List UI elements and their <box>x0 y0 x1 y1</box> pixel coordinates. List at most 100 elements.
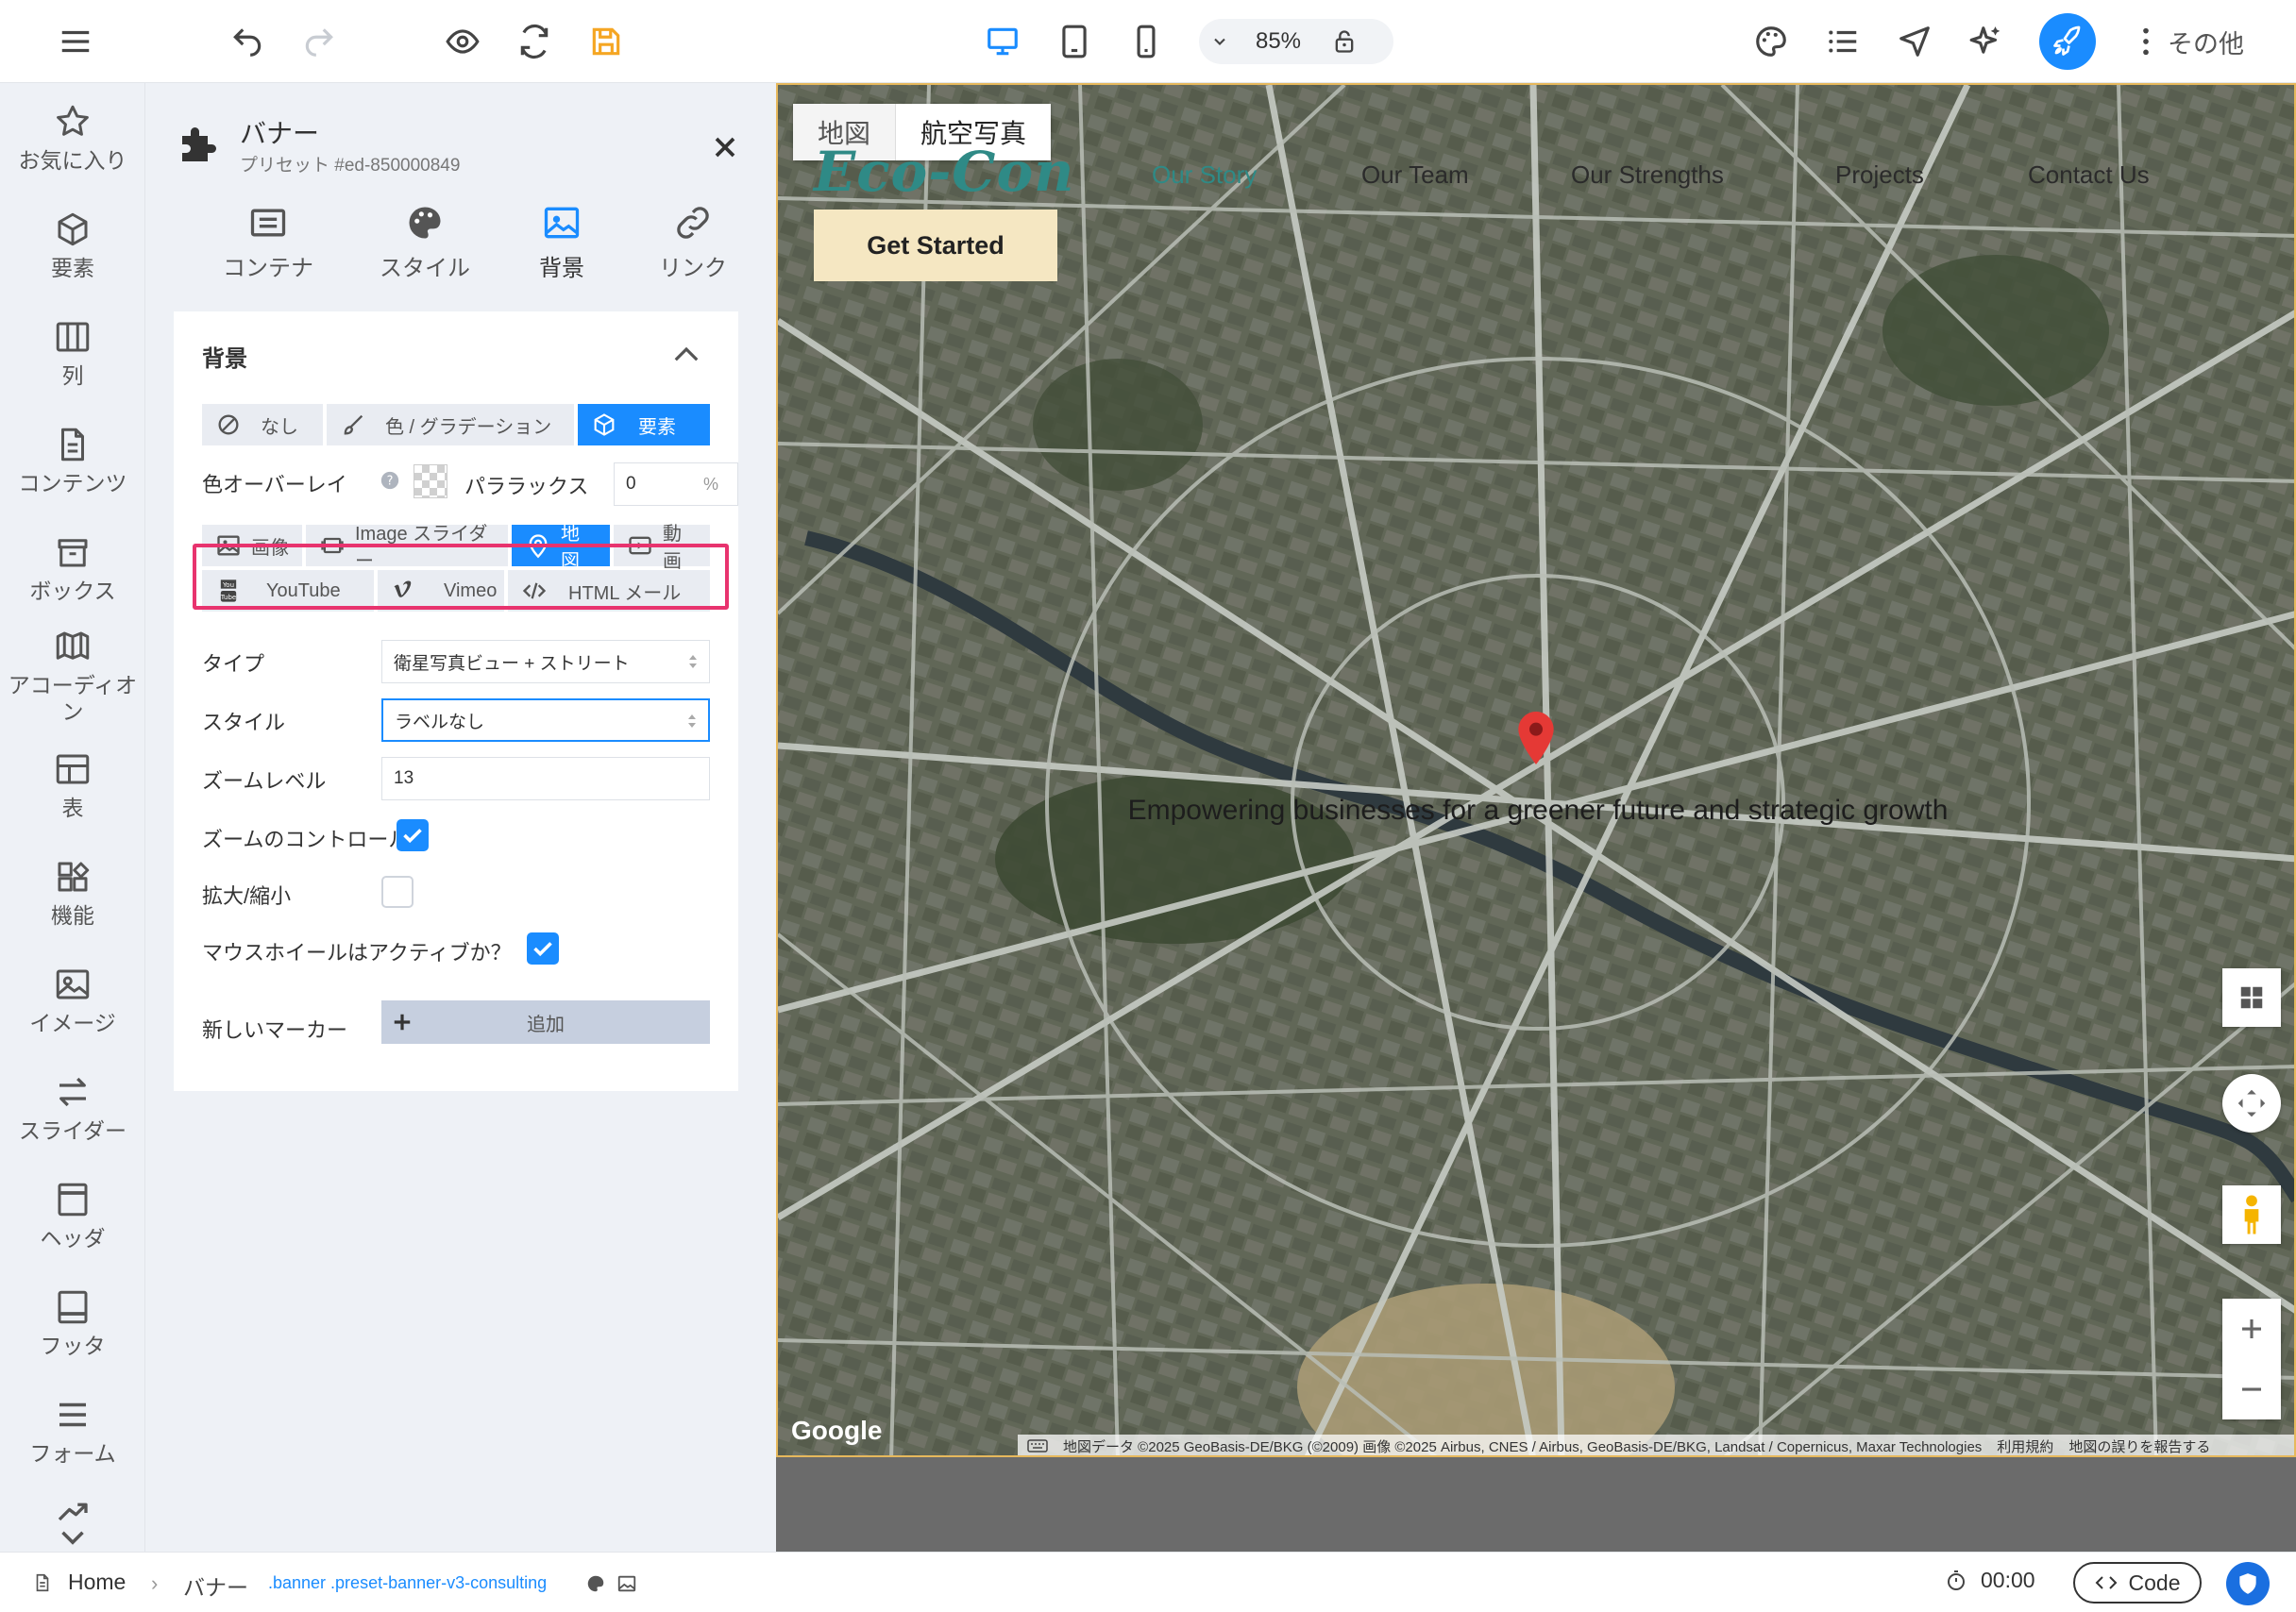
redo-icon[interactable] <box>296 19 342 64</box>
columns-icon <box>56 322 90 352</box>
more-label: その他 <box>2168 29 2244 59</box>
rail-item-content[interactable]: コンテンツ <box>0 425 144 496</box>
code-button[interactable]: Code <box>2073 1562 2202 1604</box>
help-icon[interactable]: ? <box>380 470 400 491</box>
street-view-button[interactable] <box>2222 1185 2281 1244</box>
rail-item-columns[interactable]: 列 <box>0 317 144 389</box>
chevron-down-icon[interactable] <box>1199 32 1241 51</box>
rail-item-features[interactable]: 機能 <box>0 857 144 929</box>
nav-our-story[interactable]: Our Story <box>1152 160 1257 190</box>
chevron-down-icon <box>61 1531 84 1545</box>
type-select[interactable]: 衛星写真ビュー + ストリート <box>381 640 710 683</box>
top-toolbar: 85% その他 <box>0 0 2296 83</box>
rail-item-favorites[interactable]: お気に入り <box>0 102 144 174</box>
map-background[interactable]: 地図 航空写真 Eco-Con Our Story Our Team Our S… <box>776 83 2296 1457</box>
zoom-control[interactable]: 85% <box>1199 19 1393 64</box>
code-icon <box>2095 1576 2117 1589</box>
ai-sparkle-icon[interactable] <box>1964 19 2009 64</box>
map-layers-button[interactable] <box>2222 968 2281 1027</box>
menu-icon[interactable] <box>53 19 98 64</box>
bg-mode-element[interactable]: 要素 <box>578 404 710 445</box>
add-marker-button[interactable]: 追加 <box>381 1000 710 1044</box>
breadcrumb-current[interactable]: バナー <box>183 1570 248 1602</box>
parallax-label: パララックス <box>464 475 589 498</box>
select-arrows-icon <box>689 655 697 668</box>
publish-rocket-button[interactable] <box>2039 13 2096 70</box>
banner-tagline: Empowering businesses for a greener futu… <box>1127 795 1949 826</box>
map-zoom-in-icon[interactable] <box>2222 1299 2281 1359</box>
rail-item-accordion[interactable]: アコーディオ ン <box>0 627 144 725</box>
palette-icon[interactable] <box>585 1573 606 1594</box>
map-pan-control[interactable] <box>2222 1074 2281 1133</box>
nav-our-team[interactable]: Our Team <box>1361 160 1469 190</box>
rail-item-box[interactable]: ボックス <box>0 532 144 604</box>
google-logo: Google <box>791 1416 883 1445</box>
style-select[interactable]: ラベルなし <box>381 698 710 742</box>
breadcrumb-classes[interactable]: .banner .preset-banner-v3-consulting <box>268 1573 547 1593</box>
scale-checkbox[interactable] <box>381 876 414 908</box>
site-logo[interactable]: Eco-Con <box>814 140 1074 204</box>
undo-icon[interactable] <box>225 19 270 64</box>
rail-item-slider[interactable]: スライダー <box>0 1072 144 1144</box>
zoom-controls-checkbox[interactable] <box>397 819 429 851</box>
stopwatch-icon <box>1948 1570 1965 1590</box>
zoom-level-input[interactable]: 13 <box>381 757 710 800</box>
parallax-input[interactable]: 0 % <box>614 462 738 506</box>
header-icon <box>58 1183 88 1217</box>
rail-item-header[interactable]: ヘッダ <box>0 1180 144 1251</box>
properties-panel: バナー プリセット #ed-850000849 コンテナ スタイル 背景 リンク… <box>145 83 776 1552</box>
overlay-color-swatch[interactable] <box>414 464 447 498</box>
pan-arrows-icon <box>2237 1089 2266 1117</box>
bg-mode-none[interactable]: なし <box>202 404 323 445</box>
close-icon[interactable] <box>708 130 742 164</box>
bg-mode-color[interactable]: 色 / グラデーション <box>327 404 574 445</box>
scale-label: 拡大/縮小 <box>202 884 292 908</box>
desktop-view-icon[interactable] <box>980 19 1025 64</box>
preview-eye-icon[interactable] <box>440 19 485 64</box>
pegman-icon <box>2244 1195 2259 1234</box>
tab-container[interactable]: コンテナ <box>202 202 334 282</box>
zoom-value: 85% <box>1255 28 1302 54</box>
tab-link[interactable]: リンク <box>636 202 750 282</box>
palette-icon[interactable] <box>1748 19 1794 64</box>
element-rail: お気に入り 要素 列 コンテンツ ボックス アコーディオ ン 表 機能 イメージ… <box>0 83 145 1552</box>
map-zoom-out-icon[interactable] <box>2222 1359 2281 1419</box>
tab-style[interactable]: スタイル <box>359 202 491 282</box>
section-title: 背景 <box>202 346 247 372</box>
navigate-icon[interactable] <box>1892 19 1937 64</box>
rail-item-elements[interactable]: 要素 <box>0 210 144 281</box>
rail-scroll-down[interactable] <box>0 1518 144 1552</box>
map-marker-icon[interactable] <box>1518 712 1554 764</box>
rail-item-form[interactable]: フォーム <box>0 1395 144 1467</box>
chevron-up-icon[interactable] <box>672 344 701 364</box>
mobile-view-icon[interactable] <box>1123 19 1169 64</box>
link-icon <box>677 207 709 239</box>
nav-contact-us[interactable]: Contact Us <box>2028 160 2150 190</box>
rail-item-footer[interactable]: フッタ <box>0 1287 144 1359</box>
save-icon[interactable] <box>583 19 629 64</box>
map-report-link[interactable]: 地図の誤りを報告する <box>2068 1436 2210 1456</box>
ban-icon <box>218 414 239 435</box>
slider-arrows-icon <box>59 1077 86 1107</box>
image-icon[interactable] <box>616 1573 638 1594</box>
panel-subtitle: プリセット #ed-850000849 <box>240 156 461 176</box>
select-arrows-icon <box>688 714 696 728</box>
palette-icon <box>409 207 441 239</box>
lock-icon[interactable] <box>1316 28 1373 55</box>
security-shield-button[interactable] <box>2226 1562 2270 1605</box>
list-icon[interactable] <box>1820 19 1866 64</box>
rail-item-table[interactable]: 表 <box>0 749 144 821</box>
map-terms-link[interactable]: 利用規約 <box>1997 1436 2053 1456</box>
nav-projects[interactable]: Projects <box>1835 160 1924 190</box>
refresh-icon[interactable] <box>512 19 557 64</box>
breadcrumb-home[interactable]: Home <box>32 1570 126 1595</box>
tablet-view-icon[interactable] <box>1052 19 1097 64</box>
mousewheel-checkbox[interactable] <box>527 932 559 965</box>
check-icon <box>403 829 422 844</box>
more-menu[interactable]: その他 <box>2141 21 2244 62</box>
keyboard-icon[interactable] <box>1027 1439 1048 1452</box>
tab-background[interactable]: 背景 <box>510 202 614 282</box>
nav-our-strengths[interactable]: Our Strengths <box>1571 160 1724 190</box>
get-started-button[interactable]: Get Started <box>814 210 1057 281</box>
rail-item-image[interactable]: イメージ <box>0 965 144 1036</box>
